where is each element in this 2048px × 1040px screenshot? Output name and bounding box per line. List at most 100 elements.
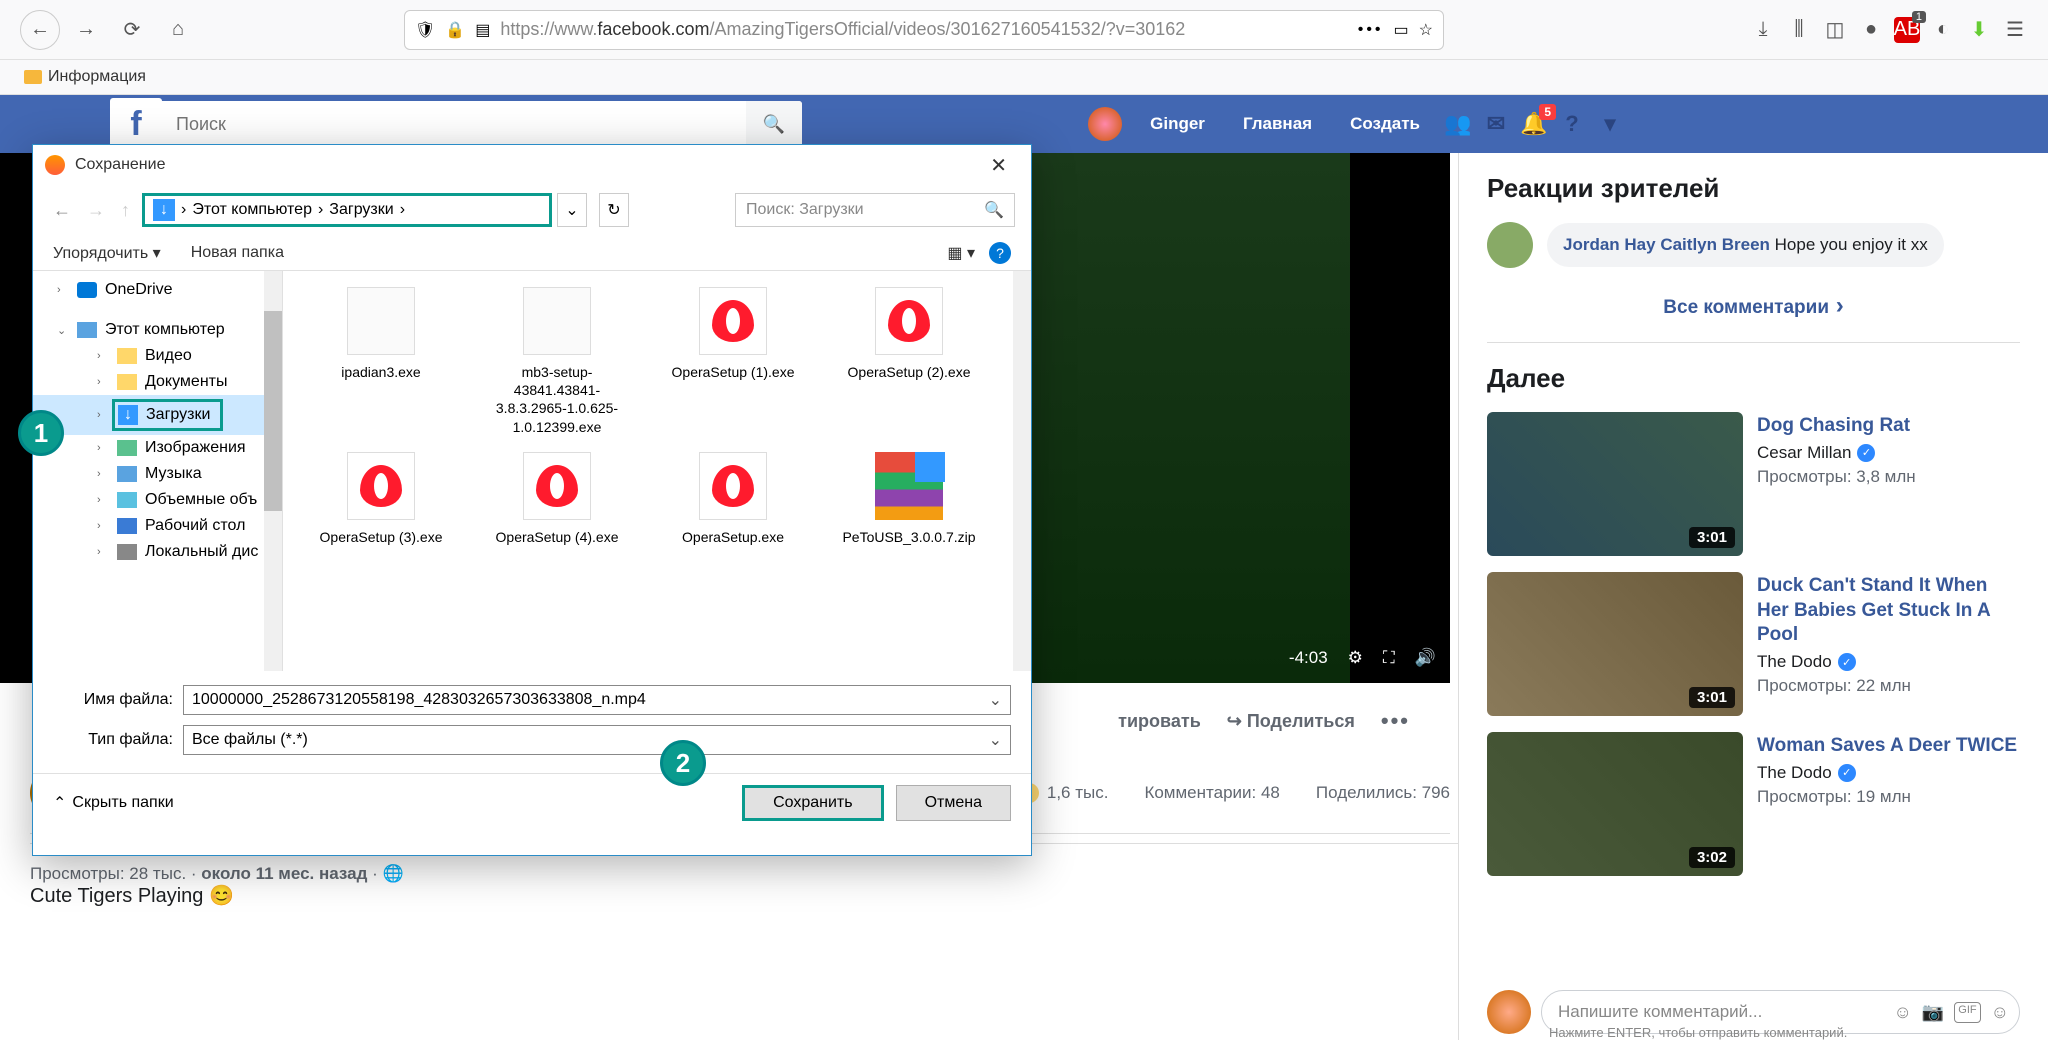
- file-item[interactable]: PeToUSB_3.0.0.7.zip: [831, 446, 987, 552]
- header-create-link[interactable]: Создать: [1332, 95, 1438, 153]
- comment-bubble: Jordan Hay Caitlyn Breen Hope you enjoy …: [1547, 223, 1944, 267]
- filename-input[interactable]: 10000000_2528673120558198_42830326573036…: [183, 685, 1011, 715]
- save-button[interactable]: Сохранить: [742, 785, 884, 821]
- likes-count: 1,6 тыс.: [1047, 783, 1109, 803]
- commenter-1[interactable]: Jordan Hay: [1563, 235, 1656, 254]
- filetype-select[interactable]: Все файлы (*.*): [183, 725, 1011, 755]
- dropdown-icon[interactable]: ▾: [1592, 106, 1628, 142]
- cancel-button[interactable]: Отмена: [896, 785, 1011, 821]
- tree-desktop[interactable]: ›Рабочий стол: [33, 513, 282, 539]
- messenger-icon[interactable]: ✉: [1478, 106, 1514, 142]
- gif-icon[interactable]: GIF: [1954, 1002, 1980, 1023]
- comments-count[interactable]: Комментарии: 48: [1144, 783, 1279, 803]
- sticker-icon[interactable]: ☺: [1991, 1002, 2009, 1023]
- bookmarks-bar: Информация: [0, 60, 2048, 95]
- next-video-1[interactable]: 3:01 Dog Chasing Rat Cesar Millan✓ Просм…: [1487, 412, 2020, 556]
- fb-logo[interactable]: f: [110, 98, 162, 150]
- downloads-icon[interactable]: ⤓: [1750, 17, 1776, 43]
- header-avatar[interactable]: [1088, 107, 1122, 141]
- hide-folders-toggle[interactable]: ⌃Скрыть папки: [53, 793, 174, 813]
- organize-menu[interactable]: Упорядочить ▾: [53, 243, 161, 263]
- fb-right-sidebar: Реакции зрителей Jordan Hay Caitlyn Bree…: [1458, 153, 2048, 1040]
- view-menu[interactable]: ▦ ▾: [947, 243, 975, 263]
- breadcrumb-bar[interactable]: ↓ › Этот компьютер › Загрузки ›: [142, 193, 552, 227]
- dialog-search[interactable]: Поиск: Загрузки 🔍: [735, 193, 1015, 227]
- bookmark-info[interactable]: Информация: [24, 68, 146, 86]
- sidebar-icon[interactable]: ◫: [1822, 17, 1848, 43]
- more-actions-icon[interactable]: •••: [1381, 708, 1410, 734]
- reader-icon[interactable]: ▭: [1394, 20, 1409, 40]
- nav-home-button[interactable]: ⌂: [158, 10, 198, 50]
- bookmark-star-icon[interactable]: ☆: [1419, 20, 1433, 40]
- filetype-label: Тип файла:: [53, 731, 183, 749]
- notifications-icon[interactable]: 🔔: [1516, 106, 1552, 142]
- friends-icon[interactable]: 👥: [1440, 106, 1476, 142]
- settings-icon[interactable]: ⚙: [1348, 648, 1363, 668]
- views-count: Просмотры: 28 тыс.: [30, 864, 186, 883]
- share-action[interactable]: ↪ Поделиться: [1227, 711, 1355, 732]
- breadcrumb-downloads[interactable]: Загрузки: [329, 201, 393, 219]
- dialog-close-button[interactable]: ✕: [978, 149, 1019, 182]
- filename-label: Имя файла:: [53, 691, 183, 709]
- tree-volumes[interactable]: ›Объемные объ: [33, 487, 282, 513]
- header-username[interactable]: Ginger: [1132, 95, 1223, 153]
- header-home-link[interactable]: Главная: [1225, 95, 1330, 153]
- file-item[interactable]: OperaSetup (1).exe: [655, 281, 811, 442]
- comment-action[interactable]: тировать: [1118, 711, 1201, 732]
- tree-images[interactable]: ›Изображения: [33, 435, 282, 461]
- sync-icon[interactable]: ●: [1858, 17, 1884, 43]
- adblock-icon[interactable]: AB: [1894, 17, 1920, 43]
- next-video-2[interactable]: 3:01 Duck Can't Stand It When Her Babies…: [1487, 572, 2020, 716]
- url-bar[interactable]: 🛡 🔒 ▤ https://www.facebook.com/AmazingTi…: [404, 10, 1444, 50]
- fb-search-input[interactable]: [176, 114, 746, 135]
- camera-icon[interactable]: 📷: [1922, 1002, 1944, 1023]
- tree-scrollbar[interactable]: [264, 271, 282, 671]
- search-icon[interactable]: 🔍: [746, 101, 802, 147]
- all-comments-link[interactable]: Все комментарии: [1487, 282, 2020, 343]
- files-scrollbar[interactable]: [1013, 271, 1031, 671]
- reactions-summary[interactable]: 1,6 тыс. Комментарии: 48 Поделились: 796: [987, 781, 1450, 805]
- file-item[interactable]: mb3-setup-43841.43841-3.8.3.2965-1.0.625…: [479, 281, 635, 442]
- dialog-fields: Имя файла: 10000000_2528673120558198_428…: [33, 671, 1031, 773]
- file-item[interactable]: OperaSetup (3).exe: [303, 446, 459, 552]
- fullscreen-icon[interactable]: ⛶: [1383, 648, 1395, 668]
- ext1-icon[interactable]: ◐: [1930, 17, 1956, 43]
- fb-search[interactable]: 🔍: [162, 101, 802, 147]
- tree-documents[interactable]: ›Документы: [33, 369, 282, 395]
- nav-fwd-icon[interactable]: →: [83, 196, 109, 225]
- emoji-icon[interactable]: ☺: [1893, 1002, 1911, 1023]
- file-item[interactable]: OperaSetup (4).exe: [479, 446, 635, 552]
- nav-forward-button[interactable]: →: [66, 10, 106, 50]
- tree-onedrive[interactable]: ›OneDrive: [33, 277, 282, 303]
- tree-video[interactable]: ›Видео: [33, 343, 282, 369]
- breadcrumb-pc[interactable]: Этот компьютер: [192, 201, 312, 219]
- nav-up-icon[interactable]: ↑: [117, 196, 134, 225]
- comment-avatar[interactable]: [1487, 222, 1533, 268]
- refresh-button[interactable]: ↻: [599, 193, 629, 227]
- nav-reload-button[interactable]: ⟳: [112, 10, 152, 50]
- next-video-3[interactable]: 3:02 Woman Saves A Deer TWICE The Dodo✓ …: [1487, 732, 2020, 876]
- tree-music[interactable]: ›Музыка: [33, 461, 282, 487]
- tree-this-pc[interactable]: ⌄Этот компьютер: [33, 317, 282, 343]
- menu-icon[interactable]: ☰: [2002, 17, 2028, 43]
- ext2-icon[interactable]: ⬇: [1966, 17, 1992, 43]
- my-avatar[interactable]: [1487, 990, 1531, 1034]
- help-icon[interactable]: ?: [1554, 106, 1590, 142]
- tree-downloads[interactable]: ›↓Загрузки: [33, 395, 282, 435]
- file-item[interactable]: OperaSetup.exe: [655, 446, 811, 552]
- tree-localdisk[interactable]: ›Локальный дис: [33, 539, 282, 565]
- nav-back-icon[interactable]: ←: [49, 196, 75, 225]
- file-item[interactable]: ipadian3.exe: [303, 281, 459, 442]
- nav-back-button[interactable]: ←: [20, 10, 60, 50]
- url-more-icon[interactable]: •••: [1358, 21, 1384, 39]
- breadcrumb-dropdown[interactable]: ⌄: [557, 193, 587, 227]
- commenter-2[interactable]: Caitlyn Breen: [1660, 235, 1770, 254]
- help-button[interactable]: ?: [989, 242, 1011, 264]
- nv-title: Duck Can't Stand It When Her Babies Get …: [1757, 574, 2020, 648]
- volume-icon[interactable]: 🔊: [1415, 648, 1436, 668]
- shares-count[interactable]: Поделились: 796: [1316, 783, 1450, 803]
- library-icon[interactable]: ⫼: [1786, 17, 1812, 43]
- new-folder-button[interactable]: Новая папка: [191, 244, 284, 262]
- file-item[interactable]: OperaSetup (2).exe: [831, 281, 987, 442]
- video-time: -4:03: [1289, 648, 1328, 668]
